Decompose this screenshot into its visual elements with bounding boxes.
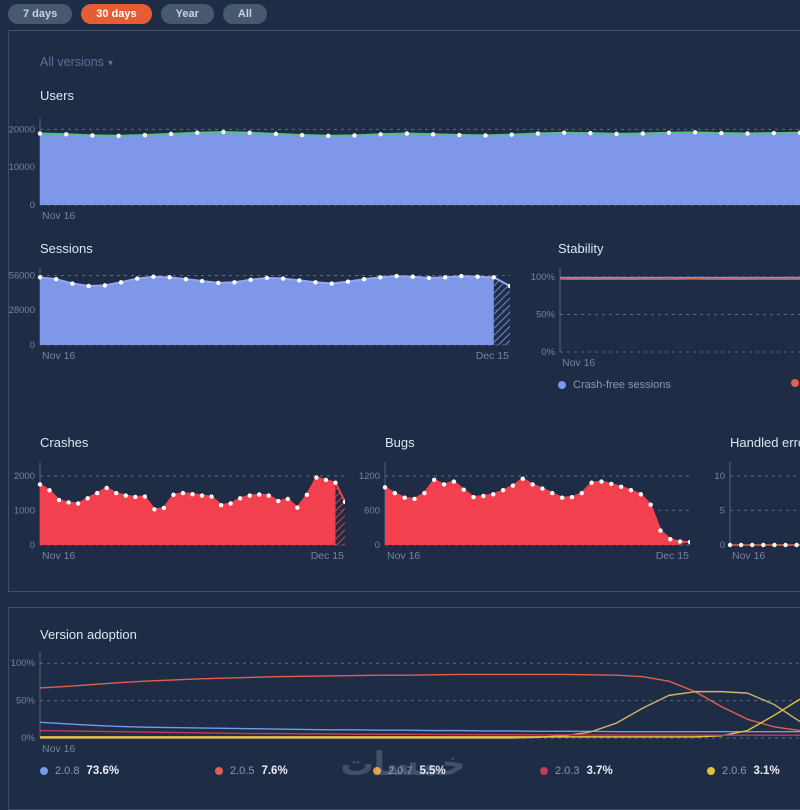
filter-pill-30-days[interactable]: 30 days <box>81 4 152 24</box>
filter-pill-year[interactable]: Year <box>160 4 214 24</box>
svg-text:0%: 0% <box>541 347 555 358</box>
svg-text:0: 0 <box>375 540 380 551</box>
legend-version-label: 2.0.7 <box>388 765 413 777</box>
svg-text:2000: 2000 <box>14 471 35 482</box>
legend-version-label: 2.0.5 <box>230 765 255 777</box>
svg-text:Dec 15: Dec 15 <box>656 550 689 562</box>
crashes-chart-title: Crashes <box>40 435 89 450</box>
svg-text:Nov 16: Nov 16 <box>387 550 420 562</box>
version-adoption-panel: Version adoption 100% 50% 0% Nov 16 2.0.8 7… <box>8 607 800 810</box>
svg-text:10000: 10000 <box>9 162 35 173</box>
chevron-down-icon: ▾ <box>107 58 113 69</box>
crashes-chart: 2000 1000 0 Nov 16 Dec 15 <box>9 462 345 563</box>
legend-version-2-0-3[interactable]: 2.0.3 3.7% <box>540 765 613 777</box>
svg-text:100%: 100% <box>11 658 36 669</box>
svg-text:0: 0 <box>30 340 35 351</box>
svg-text:0: 0 <box>720 540 725 551</box>
users-chart-title: Users <box>40 88 74 103</box>
sessions-chart: 56000 28000 0 Nov 16 Dec 15 <box>9 268 510 363</box>
time-range-filter: 7 days 30 days Year All <box>8 4 267 24</box>
legend-label: Crash-free sessions <box>573 379 671 391</box>
legend-version-pct: 73.6% <box>86 765 120 777</box>
legend-version-2-0-6[interactable]: 2.0.6 3.1% <box>707 765 780 777</box>
svg-text:56000: 56000 <box>9 270 35 281</box>
svg-text:50%: 50% <box>536 310 556 321</box>
legend-crash-free-sessions[interactable]: Crash-free sessions <box>558 379 671 391</box>
legend-version-pct: 3.1% <box>753 765 780 777</box>
filter-pill-all[interactable]: All <box>222 4 267 24</box>
legend-dot <box>707 767 715 775</box>
legend-version-2-0-5[interactable]: 2.0.5 7.6% <box>215 765 288 777</box>
legend-version-label: 2.0.8 <box>55 765 80 777</box>
version-adoption-chart: 100% 50% 0% Nov 16 <box>9 652 800 756</box>
filter-pill-7-days[interactable]: 7 days <box>8 4 73 24</box>
svg-text:50%: 50% <box>16 696 36 707</box>
bugs-chart-title: Bugs <box>385 435 415 450</box>
legend-dot <box>540 767 548 775</box>
legend-version-pct: 7.6% <box>261 765 288 777</box>
version-filter-dropdown[interactable]: All versions ▾ <box>40 55 113 69</box>
stability-chart-title: Stability <box>558 241 604 256</box>
svg-text:Nov 16: Nov 16 <box>42 210 75 222</box>
svg-text:Nov 16: Nov 16 <box>42 350 75 362</box>
svg-text:Dec 15: Dec 15 <box>476 350 509 362</box>
legend-version-pct: 5.5% <box>419 765 446 777</box>
legend-version-label: 2.0.6 <box>722 765 747 777</box>
legend-dot <box>373 767 381 775</box>
legend-dot <box>558 381 566 389</box>
version-adoption-chart-title: Version adoption <box>40 627 137 642</box>
svg-text:Nov 16: Nov 16 <box>562 357 595 369</box>
handled-errors-chart: 10 5 0 Nov 16 <box>699 462 800 563</box>
legend-dot <box>215 767 223 775</box>
svg-text:20000: 20000 <box>9 124 35 135</box>
svg-text:Nov 16: Nov 16 <box>42 550 75 562</box>
stability-chart: 100% 50% 0% Nov 16 <box>529 268 800 370</box>
svg-text:0%: 0% <box>21 733 35 744</box>
svg-text:100%: 100% <box>531 272 556 283</box>
svg-text:600: 600 <box>364 505 380 516</box>
legend-dot <box>791 379 799 387</box>
svg-text:5: 5 <box>720 505 725 516</box>
svg-text:1000: 1000 <box>14 505 35 516</box>
svg-text:0: 0 <box>30 200 35 211</box>
legend-crash-free-users-clipped[interactable] <box>791 379 800 387</box>
sessions-chart-title: Sessions <box>40 241 93 256</box>
version-filter-label: All versions <box>40 55 104 69</box>
svg-text:Nov 16: Nov 16 <box>732 550 765 562</box>
overview-panel: All versions ▾ Users 20000 10000 0 Nov 16 Se… <box>8 30 800 592</box>
svg-text:1200: 1200 <box>359 471 380 482</box>
legend-version-2-0-8[interactable]: 2.0.8 73.6% <box>40 765 119 777</box>
legend-version-pct: 3.7% <box>586 765 613 777</box>
svg-text:0: 0 <box>30 540 35 551</box>
svg-text:Nov 16: Nov 16 <box>42 743 75 755</box>
handled-errors-chart-title: Handled errors <box>730 435 800 450</box>
svg-text:Dec 15: Dec 15 <box>311 550 344 562</box>
users-chart: 20000 10000 0 Nov 16 <box>9 118 800 223</box>
legend-dot <box>40 767 48 775</box>
svg-text:10: 10 <box>714 471 725 482</box>
legend-version-2-0-7[interactable]: 2.0.7 5.5% <box>373 765 446 777</box>
svg-text:28000: 28000 <box>9 305 35 316</box>
bugs-chart: 1200 600 0 Nov 16 Dec 15 <box>354 462 690 563</box>
legend-version-label: 2.0.3 <box>555 765 580 777</box>
